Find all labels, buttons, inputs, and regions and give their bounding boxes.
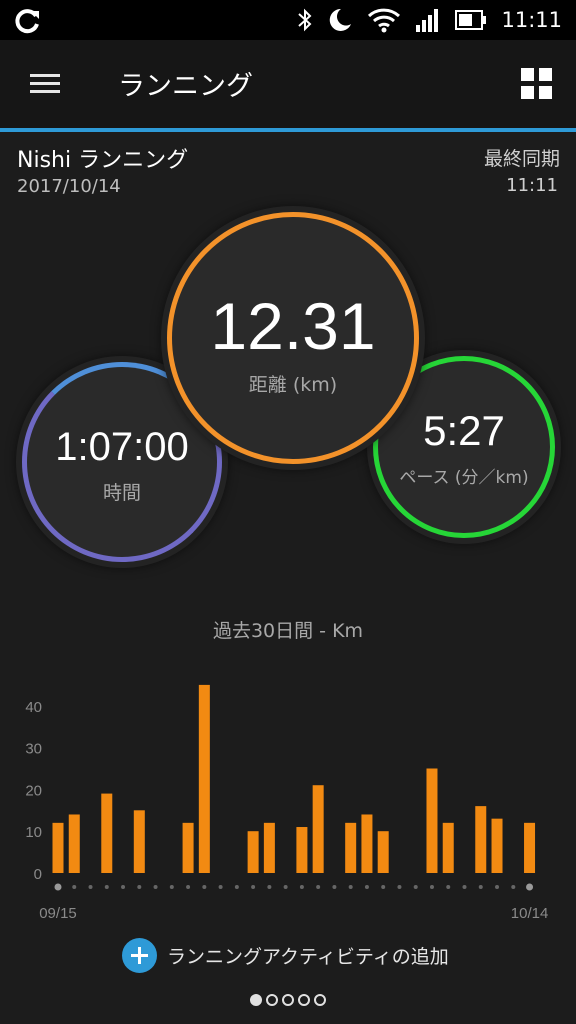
x-axis-dot	[495, 885, 500, 889]
x-axis-dot	[381, 885, 386, 889]
pace-value: 5:27	[423, 406, 505, 454]
chart-bar	[491, 818, 503, 873]
x-axis-dot	[446, 885, 451, 889]
time-label: 時間	[102, 482, 141, 504]
chart-bar	[361, 814, 373, 873]
status-time: 11:11	[501, 8, 562, 32]
x-tick-label: 09/15	[39, 905, 77, 922]
x-axis-dot	[54, 883, 62, 891]
battery-icon	[455, 10, 487, 30]
sync-icon	[15, 9, 39, 34]
chart-bar	[426, 768, 438, 873]
distance-stat-circle[interactable]: 12.31 距離 (km)	[167, 212, 419, 464]
last-sync-label: 最終同期	[483, 148, 560, 170]
pace-label: ペース (分／km)	[399, 467, 529, 488]
x-axis-dot	[511, 885, 516, 889]
distance-label: 距離 (km)	[248, 373, 338, 396]
x-axis-dot	[72, 885, 77, 889]
x-axis-dot	[234, 885, 239, 889]
x-axis-dot	[299, 885, 304, 889]
x-axis-dot	[202, 885, 207, 889]
x-axis-dot	[283, 885, 288, 889]
add-activity-button[interactable]: ランニングアクティビティの追加	[122, 936, 449, 974]
x-axis-dot	[137, 885, 142, 889]
distance-bar-chart[interactable]: 0 10 20 30 40 09/15 10/14	[0, 680, 576, 930]
x-axis-dot	[121, 885, 126, 889]
chart-bar	[442, 822, 454, 873]
chart-bar	[182, 822, 194, 873]
x-tick-label: 10/14	[511, 905, 549, 922]
activity-name: Nishi ランニング	[17, 148, 189, 173]
y-tick-label: 20	[25, 782, 42, 799]
plus-icon[interactable]	[122, 937, 157, 973]
chart-bar	[68, 814, 80, 873]
page-dot[interactable]	[250, 994, 262, 1006]
x-axis-dot	[169, 885, 174, 889]
chart-bar	[263, 822, 275, 873]
wifi-icon	[368, 8, 401, 33]
page-dot[interactable]	[266, 994, 278, 1006]
status-bar: 11:11	[0, 0, 576, 40]
x-axis-dot	[413, 885, 418, 889]
x-axis-dot	[218, 885, 223, 889]
y-tick-label: 0	[34, 866, 42, 883]
page-dot[interactable]	[282, 994, 294, 1006]
y-tick-label: 30	[25, 741, 42, 758]
chart-bar	[312, 785, 324, 873]
x-axis-dot	[429, 885, 434, 889]
x-axis-dot	[104, 885, 109, 889]
hamburger-icon[interactable]	[22, 66, 68, 102]
time-value: 1:07:00	[55, 425, 189, 469]
chart-bar	[101, 793, 113, 873]
chart-title: 過去30日間 - Km	[212, 620, 364, 642]
x-axis-dot	[88, 885, 93, 889]
x-axis-dot	[478, 885, 483, 889]
activity-date: 2017/10/14	[17, 176, 121, 197]
y-tick-label: 10	[25, 824, 42, 841]
chart-bar	[52, 822, 64, 873]
x-axis-dot	[332, 885, 337, 889]
add-activity-label: ランニングアクティビティの追加	[167, 945, 449, 968]
chart-bar	[296, 827, 308, 873]
page-dot[interactable]	[314, 994, 326, 1006]
chart-bar	[377, 831, 389, 873]
app-bar: ランニング	[0, 40, 576, 128]
page-indicator	[0, 994, 576, 1006]
x-axis-dot	[153, 885, 158, 889]
chart-bar	[475, 806, 487, 873]
chart-bar	[345, 822, 357, 873]
x-axis-dot	[397, 885, 402, 889]
chart-bar	[524, 822, 536, 873]
x-axis-dot	[364, 885, 369, 889]
x-axis-dot	[526, 883, 534, 891]
accent-divider	[0, 128, 576, 132]
chart-bar	[198, 684, 210, 873]
page-dot[interactable]	[298, 994, 310, 1006]
signal-icon	[416, 9, 439, 32]
x-axis-dot	[462, 885, 467, 889]
chart-bar	[133, 810, 145, 873]
bluetooth-icon	[298, 8, 312, 32]
moon-icon	[330, 8, 352, 31]
x-axis-dot	[251, 885, 256, 889]
last-sync-time: 11:11	[506, 175, 558, 196]
x-axis-dot	[348, 885, 353, 889]
y-tick-label: 40	[25, 699, 42, 716]
distance-value: 12.31	[210, 288, 376, 363]
x-axis-dot	[316, 885, 321, 889]
grid-icon[interactable]	[520, 66, 554, 102]
x-axis-dot	[186, 885, 191, 889]
chart-bar	[247, 831, 259, 873]
page-title: ランニング	[118, 71, 253, 102]
x-axis-dot	[267, 885, 272, 889]
